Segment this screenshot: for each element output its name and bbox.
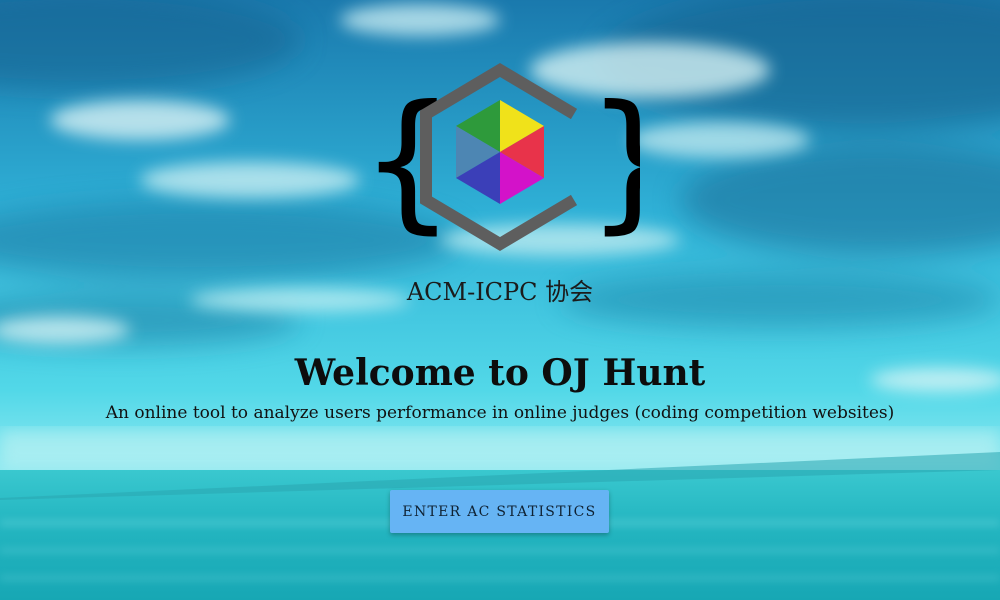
cube-in-braces-logo: { } bbox=[360, 63, 640, 251]
organization-name: ACM-ICPC 协会 bbox=[406, 278, 594, 306]
page-title: Welcome to OJ Hunt bbox=[294, 352, 706, 394]
color-cube-icon bbox=[456, 100, 544, 204]
enter-ac-statistics-button[interactable]: ENTER AC STATISTICS bbox=[390, 490, 609, 533]
page-subtitle: An online tool to analyze users performa… bbox=[105, 403, 895, 423]
right-brace-icon: } bbox=[586, 74, 640, 248]
